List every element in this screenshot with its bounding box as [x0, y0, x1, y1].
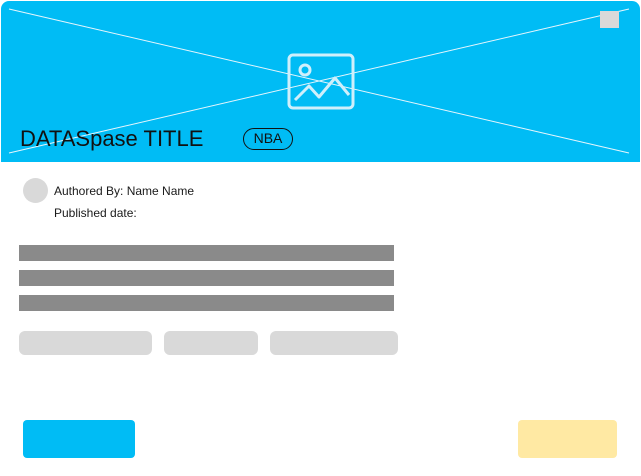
author-avatar — [23, 178, 48, 203]
text-placeholder-line — [19, 295, 394, 311]
published-date-line: Published date: — [54, 206, 137, 220]
secondary-button[interactable] — [518, 420, 617, 458]
primary-button[interactable] — [23, 420, 135, 458]
image-icon — [287, 53, 355, 110]
text-placeholder-line — [19, 270, 394, 286]
chip-placeholder[interactable] — [270, 331, 398, 355]
chip-placeholder[interactable] — [164, 331, 258, 355]
author-line: Authored By: Name Name — [54, 184, 195, 198]
hero-corner-square — [600, 11, 619, 28]
card-title: DATASpase TITLE — [20, 126, 204, 151]
dataspace-card: DATASpase TITLE NBA Authored By: Name Na… — [0, 0, 641, 476]
chip-placeholder[interactable] — [19, 331, 152, 355]
league-tag[interactable]: NBA — [243, 128, 293, 150]
hero-image: DATASpase TITLE NBA — [1, 1, 640, 162]
text-placeholder-line — [19, 245, 394, 261]
